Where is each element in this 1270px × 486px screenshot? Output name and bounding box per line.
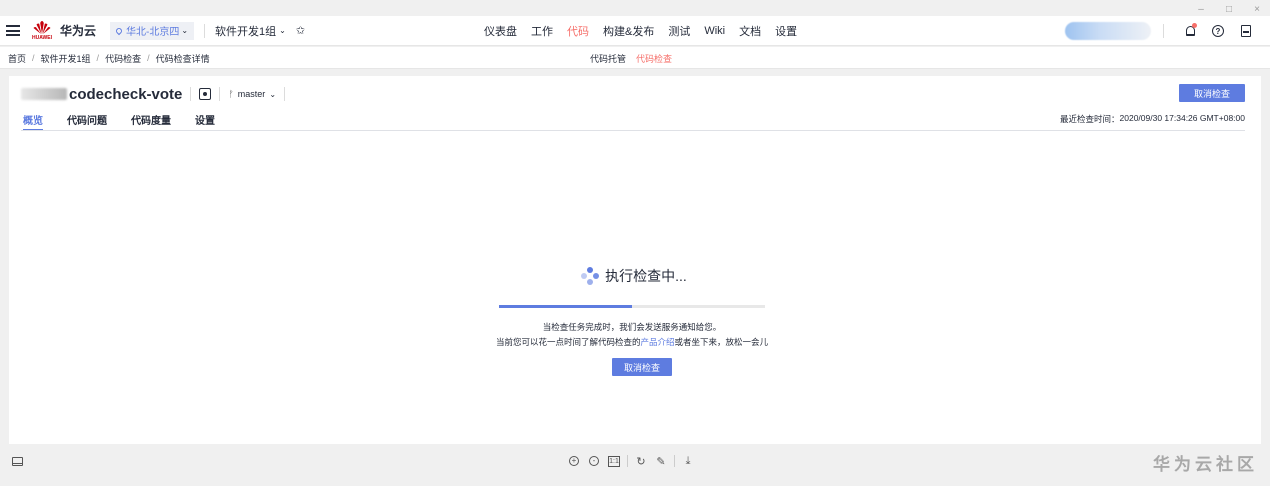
tab-settings[interactable]: 设置 bbox=[195, 112, 215, 130]
maximize-button[interactable]: □ bbox=[1224, 4, 1234, 15]
notify-message: 当检查任务完成时，我们会发送服务通知给您。 bbox=[542, 322, 722, 332]
relax-message: 当前您可以花一点时间了解代码检查的产品介绍或者坐下来，放松一会儿 bbox=[479, 336, 785, 348]
fit-label: 1:1 bbox=[608, 455, 620, 467]
project-label: 软件开发1组 bbox=[215, 25, 277, 38]
breadcrumb-separator: / bbox=[147, 53, 150, 63]
chevron-down-icon: ⌄ bbox=[279, 26, 286, 35]
nav-build-release[interactable]: 构建&发布 bbox=[603, 23, 654, 39]
minimize-button[interactable]: – bbox=[1196, 4, 1206, 15]
product-intro-link[interactable]: 产品介绍 bbox=[640, 337, 674, 347]
breadcrumb-separator: / bbox=[96, 53, 100, 63]
repo-header: codecheck-vote ᚠ master ⌄ bbox=[21, 84, 293, 104]
help-button[interactable]: ? bbox=[1204, 16, 1232, 46]
star-icon[interactable]: ✩ bbox=[296, 24, 305, 37]
divider bbox=[190, 87, 192, 101]
relax-message-suffix: 或者坐下来，放松一会儿 bbox=[674, 337, 769, 347]
main-nav: 仪表盘 工作 代码 构建&发布 测试 Wiki 文档 设置 bbox=[484, 16, 797, 46]
nav-settings[interactable]: 设置 bbox=[775, 23, 797, 39]
save-icon bbox=[1241, 25, 1251, 37]
chevron-down-icon: ⌄ bbox=[269, 89, 277, 99]
breadcrumb-current: 代码检查详情 bbox=[155, 53, 210, 64]
subnav-code-check[interactable]: 代码检查 bbox=[636, 52, 672, 65]
repository-icon[interactable] bbox=[199, 88, 212, 100]
codecheck-detail-card: codecheck-vote ᚠ master ⌄ 取消检查 概览 代码问题 代… bbox=[9, 76, 1261, 444]
tab-code-metrics[interactable]: 代码度量 bbox=[131, 112, 171, 130]
help-icon: ? bbox=[1212, 25, 1224, 37]
huawei-logo[interactable]: HUAWEI bbox=[32, 20, 52, 41]
breadcrumb-home[interactable]: 首页 bbox=[8, 52, 26, 65]
menu-icon[interactable] bbox=[6, 25, 20, 36]
divider bbox=[674, 455, 675, 467]
user-avatar[interactable] bbox=[1065, 22, 1151, 40]
running-title-text: 执行检查中... bbox=[605, 268, 687, 284]
last-check-time: 最近检查时间： 2020/09/30 17:34:26 GMT+08:00 bbox=[1060, 113, 1245, 125]
notifications-button[interactable] bbox=[1176, 16, 1204, 46]
screen-icon[interactable] bbox=[12, 457, 23, 466]
location-pin-icon bbox=[114, 26, 124, 35]
last-check-value: 2020/09/30 17:34:26 GMT+08:00 bbox=[1119, 113, 1245, 123]
region-select[interactable]: 华北-北京四 ⌄ bbox=[110, 21, 195, 40]
fit-icon[interactable]: 1:1 bbox=[607, 454, 621, 468]
code-subnav: 代码托管 代码检查 bbox=[590, 47, 672, 69]
notification-dot bbox=[1192, 23, 1197, 28]
cancel-check-button[interactable]: 取消检查 bbox=[1179, 84, 1245, 102]
divider bbox=[219, 87, 221, 101]
repo-name: codecheck-vote bbox=[69, 85, 183, 103]
relax-message-prefix: 当前您可以花一点时间了解代码检查的 bbox=[495, 337, 641, 347]
breadcrumb-separator: / bbox=[32, 53, 35, 63]
watermark: 华为云社区 bbox=[1153, 455, 1258, 474]
close-button[interactable]: × bbox=[1252, 4, 1262, 15]
branch-label: master bbox=[237, 89, 266, 99]
window-controls: – □ × bbox=[1196, 2, 1262, 16]
nav-docs[interactable]: 文档 bbox=[739, 23, 761, 39]
nav-dashboard[interactable]: 仪表盘 bbox=[484, 23, 517, 39]
zoom-in-icon[interactable]: + bbox=[567, 454, 581, 468]
nav-test[interactable]: 测试 bbox=[668, 23, 690, 39]
download-icon[interactable]: ⤓ bbox=[681, 454, 695, 468]
tab-overview[interactable]: 概览 bbox=[23, 112, 43, 131]
blurred-repo-prefix bbox=[21, 88, 67, 100]
edit-icon[interactable]: ✎ bbox=[654, 454, 668, 468]
nav-wiki[interactable]: Wiki bbox=[704, 25, 725, 37]
breadcrumb-codecheck[interactable]: 代码检查 bbox=[105, 52, 141, 65]
divider bbox=[204, 23, 206, 38]
divider bbox=[284, 87, 286, 101]
top-navbar: HUAWEI 华为云 华北-北京四 ⌄ 软件开发1组 ⌄ ✩ 仪表盘 工作 代码… bbox=[0, 16, 1270, 46]
viewer-toolbar: + - 1:1 ↻ ✎ ⤓ 华为云社区 bbox=[0, 452, 1270, 474]
brand-name: 华为云 bbox=[60, 24, 97, 38]
save-button[interactable] bbox=[1232, 16, 1260, 46]
breadcrumb-bar: 首页 / 软件开发1组 / 代码检查 / 代码检查详情 代码托管 代码检查 bbox=[0, 47, 1270, 69]
breadcrumb-project[interactable]: 软件开发1组 bbox=[41, 52, 91, 65]
project-select[interactable]: 软件开发1组 ⌄ bbox=[215, 23, 286, 39]
detail-tabs: 概览 代码问题 代码度量 设置 bbox=[23, 112, 215, 131]
divider bbox=[627, 455, 628, 467]
user-tools: ? bbox=[1065, 16, 1270, 46]
divider bbox=[1163, 24, 1164, 38]
check-running-panel: 执行检查中... 当检查任务完成时，我们会发送服务通知给您。 当前您可以花一点时… bbox=[496, 266, 769, 376]
subnav-code-hosting[interactable]: 代码托管 bbox=[590, 52, 626, 65]
viewer-tools: + - 1:1 ↻ ✎ ⤓ bbox=[567, 454, 695, 468]
cancel-check-button-center[interactable]: 取消检查 bbox=[612, 358, 672, 376]
huawei-logo-icon bbox=[33, 21, 51, 34]
region-label: 华北-北京四 bbox=[126, 27, 180, 38]
chevron-down-icon: ⌄ bbox=[181, 26, 189, 35]
running-title: 执行检查中... bbox=[499, 266, 769, 286]
nav-work[interactable]: 工作 bbox=[531, 23, 553, 39]
rotate-icon[interactable]: ↻ bbox=[634, 454, 648, 468]
branch-select[interactable]: ᚠ master ⌄ bbox=[228, 89, 276, 99]
nav-code[interactable]: 代码 bbox=[567, 23, 589, 39]
breadcrumb: 首页 / 软件开发1组 / 代码检查 / 代码检查详情 bbox=[8, 47, 210, 69]
branch-icon: ᚠ bbox=[228, 89, 234, 99]
tab-code-issues[interactable]: 代码问题 bbox=[67, 112, 107, 130]
progress-fill bbox=[499, 305, 632, 308]
progress-bar bbox=[499, 305, 765, 308]
tab-divider bbox=[21, 130, 1245, 131]
zoom-out-icon[interactable]: - bbox=[587, 454, 601, 468]
loading-spinner-icon bbox=[581, 267, 600, 285]
logo-text: HUAWEI bbox=[32, 35, 52, 41]
last-check-label: 最近检查时间： bbox=[1060, 114, 1120, 124]
